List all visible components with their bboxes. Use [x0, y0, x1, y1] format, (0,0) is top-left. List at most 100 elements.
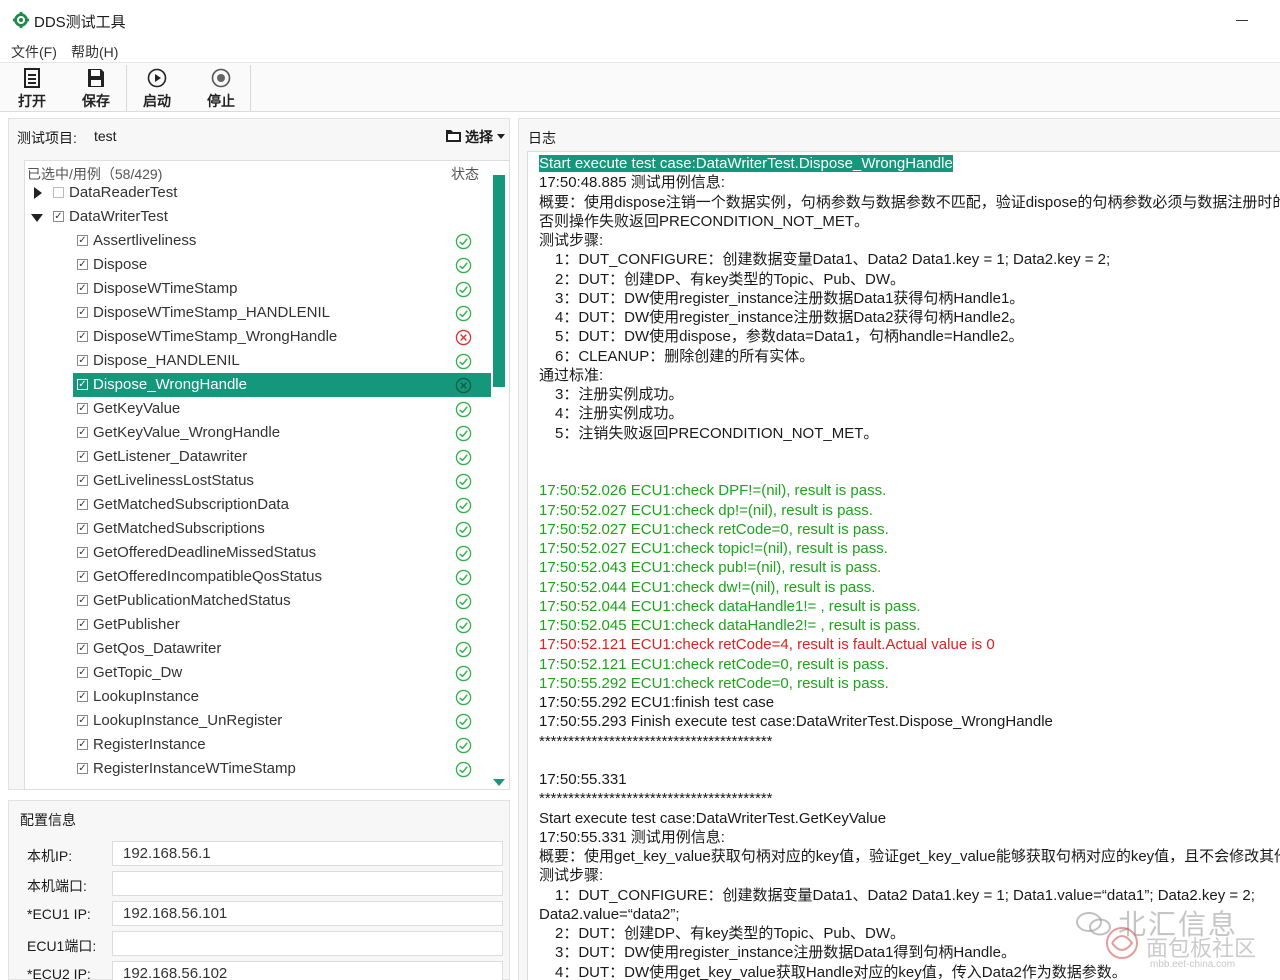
case-checkbox[interactable]: ✓: [77, 427, 88, 438]
log-line: 2：DUT：创建DP、有key类型的Topic、Pub、DW。: [555, 270, 906, 288]
test-case-row[interactable]: ✓ LookupInstance_UnRegister: [25, 709, 491, 733]
save-button[interactable]: 保存: [68, 63, 124, 111]
test-case-label: GetKeyValue: [93, 400, 181, 417]
log-line: 测试步骤:: [539, 867, 604, 885]
group-checkbox[interactable]: [53, 187, 64, 198]
menu-help[interactable]: 帮助(H): [71, 42, 118, 62]
ecu2-ip-field[interactable]: 192.168.56.102: [112, 961, 503, 980]
case-checkbox[interactable]: ✓: [77, 499, 88, 510]
test-case-row[interactable]: ✓ GetOfferedIncompatibleQosStatus: [25, 565, 491, 589]
test-case-row[interactable]: ✓ GetOfferedDeadlineMissedStatus: [25, 541, 491, 565]
test-case-row[interactable]: ✓ GetTopic_Dw: [25, 661, 491, 685]
window-title: DDS测试工具: [34, 14, 126, 31]
toolbar: 打开 保存 启动 停止: [0, 62, 1280, 112]
case-checkbox[interactable]: ✓: [77, 259, 88, 270]
tree-group-row[interactable]: DataReaderTest: [25, 181, 491, 205]
config-panel: 配置信息 本机IP: 192.168.56.1 本机端口: *ECU1 IP: …: [8, 800, 510, 980]
local-ip-field[interactable]: 192.168.56.1: [112, 841, 503, 866]
pass-check-icon: [455, 641, 472, 658]
log-output[interactable]: Start execute test case:DataWriterTest.D…: [527, 151, 1280, 980]
tree-scrollbar-thumb[interactable]: [493, 175, 505, 387]
test-case-row[interactable]: ✓ GetListener_Datawriter: [25, 445, 491, 469]
case-checkbox[interactable]: ✓: [77, 523, 88, 534]
case-checkbox[interactable]: ✓: [77, 547, 88, 558]
test-case-row[interactable]: ✓ Dispose_HANDLENIL: [25, 349, 491, 373]
test-case-row[interactable]: ✓ Assertliveliness: [25, 229, 491, 253]
test-case-row[interactable]: ✓ GetPublisher: [25, 613, 491, 637]
case-checkbox[interactable]: ✓: [77, 403, 88, 414]
test-case-row[interactable]: ✓ Dispose_WrongHandle: [25, 373, 491, 397]
case-checkbox[interactable]: ✓: [77, 355, 88, 366]
local-port-field[interactable]: [112, 871, 503, 896]
pass-check-icon: [455, 593, 472, 610]
log-panel: 日志 Start execute test case:DataWriterTes…: [518, 118, 1280, 980]
expand-right-icon[interactable]: [34, 187, 42, 199]
case-checkbox[interactable]: ✓: [77, 283, 88, 294]
scroll-down-arrow-icon[interactable]: [493, 779, 505, 786]
ecu1-ip-field[interactable]: 192.168.56.101: [112, 901, 503, 926]
test-case-row[interactable]: ✓ DisposeWTimeStamp_HANDLENIL: [25, 301, 491, 325]
case-checkbox[interactable]: ✓: [77, 667, 88, 678]
case-checkbox[interactable]: ✓: [77, 763, 88, 774]
case-checkbox[interactable]: ✓: [77, 571, 88, 582]
log-line: 4：DUT：DW使用register_instance注册数据Data2获得句柄…: [555, 309, 1025, 326]
case-checkbox[interactable]: ✓: [77, 235, 88, 246]
open-icon: [24, 68, 40, 88]
ecu1-port-field[interactable]: [112, 931, 503, 956]
log-line: 17:50:52.027 ECU1:check retCode=0, resul…: [539, 520, 889, 538]
case-checkbox[interactable]: ✓: [77, 307, 88, 318]
test-case-label: RegisterInstanceWTimeStamp: [93, 760, 296, 777]
case-checkbox[interactable]: ✓: [77, 475, 88, 486]
menu-bar: 文件(F) 帮助(H): [0, 40, 1280, 62]
expand-down-icon[interactable]: [31, 214, 43, 222]
test-case-row[interactable]: ✓ GetLivelinessLostStatus: [25, 469, 491, 493]
gear-icon: [12, 11, 30, 29]
select-project-button[interactable]: 选择: [445, 127, 507, 147]
test-case-row[interactable]: ✓ GetMatchedSubscriptionData: [25, 493, 491, 517]
case-checkbox[interactable]: ✓: [77, 619, 88, 630]
pass-check-icon: [455, 473, 472, 490]
case-checkbox[interactable]: ✓: [77, 691, 88, 702]
group-checkbox[interactable]: ✓: [53, 211, 64, 222]
log-line: 5：注销失败返回PRECONDITION_NOT_MET。: [555, 424, 879, 442]
minimize-button[interactable]: [1232, 10, 1252, 30]
case-checkbox[interactable]: ✓: [77, 739, 88, 750]
select-label: 选择: [465, 129, 493, 145]
log-line: 17:50:52.121 ECU1:check retCode=0, resul…: [539, 655, 889, 673]
test-case-label: RegisterInstance: [93, 736, 206, 753]
stop-button[interactable]: 停止: [193, 63, 249, 111]
menu-file[interactable]: 文件(F): [11, 42, 57, 62]
test-case-row[interactable]: ✓ GetMatchedSubscriptions: [25, 517, 491, 541]
case-checkbox[interactable]: ✓: [77, 643, 88, 654]
test-case-label: DisposeWTimeStamp_WrongHandle: [93, 328, 338, 345]
start-button[interactable]: 启动: [129, 63, 185, 111]
test-case-row[interactable]: ✓ GetKeyValue: [25, 397, 491, 421]
test-case-row[interactable]: ✓ LookupInstance: [25, 685, 491, 709]
case-checkbox[interactable]: ✓: [77, 451, 88, 462]
test-case-row[interactable]: ✓ RegisterInstance: [25, 733, 491, 757]
pass-check-icon: [455, 713, 472, 730]
log-line: 3：DUT：DW使用register_instance注册数据Data1获得句柄…: [555, 289, 1025, 307]
log-line-highlighted: Start execute test case:DataWriterTest.D…: [539, 154, 953, 173]
pass-check-icon: [455, 521, 472, 538]
case-checkbox[interactable]: ✓: [77, 715, 88, 726]
case-checkbox[interactable]: ✓: [77, 331, 88, 342]
test-case-row[interactable]: ✓ GetQos_Datawriter: [25, 637, 491, 661]
test-case-row[interactable]: ✓ GetPublicationMatchedStatus: [25, 589, 491, 613]
test-case-row[interactable]: ✓ DisposeWTimeStamp: [25, 277, 491, 301]
config-row-ecu2-ip: *ECU2 IP: 192.168.56.102: [9, 961, 511, 980]
test-case-row[interactable]: ✓ RegisterInstanceWTimeStamp: [25, 757, 491, 781]
test-case-tree[interactable]: 已选中/用例（58/429) 状态 DataReaderTest ✓ DataWri…: [24, 160, 510, 790]
case-checkbox[interactable]: ✓: [77, 379, 88, 390]
test-case-row[interactable]: ✓ DisposeWTimeStamp_WrongHandle: [25, 325, 491, 349]
config-key: 本机IP:: [27, 848, 73, 864]
log-line: 1：DUT_CONFIGURE：创建数据变量Data1、Data2 Data1.…: [555, 251, 1111, 269]
log-line: 17:50:55.331 测试用例信息:: [539, 828, 725, 846]
tree-group-row[interactable]: ✓ DataWriterTest: [25, 205, 491, 229]
case-checkbox[interactable]: ✓: [77, 595, 88, 606]
open-button[interactable]: 打开: [4, 63, 60, 111]
test-case-row[interactable]: ✓ GetKeyValue_WrongHandle: [25, 421, 491, 445]
test-case-label: GetPublisher: [93, 616, 180, 633]
test-case-row[interactable]: ✓ Dispose: [25, 253, 491, 277]
log-line: 17:50:52.043 ECU1:check pub!=(nil), resu…: [539, 559, 882, 577]
